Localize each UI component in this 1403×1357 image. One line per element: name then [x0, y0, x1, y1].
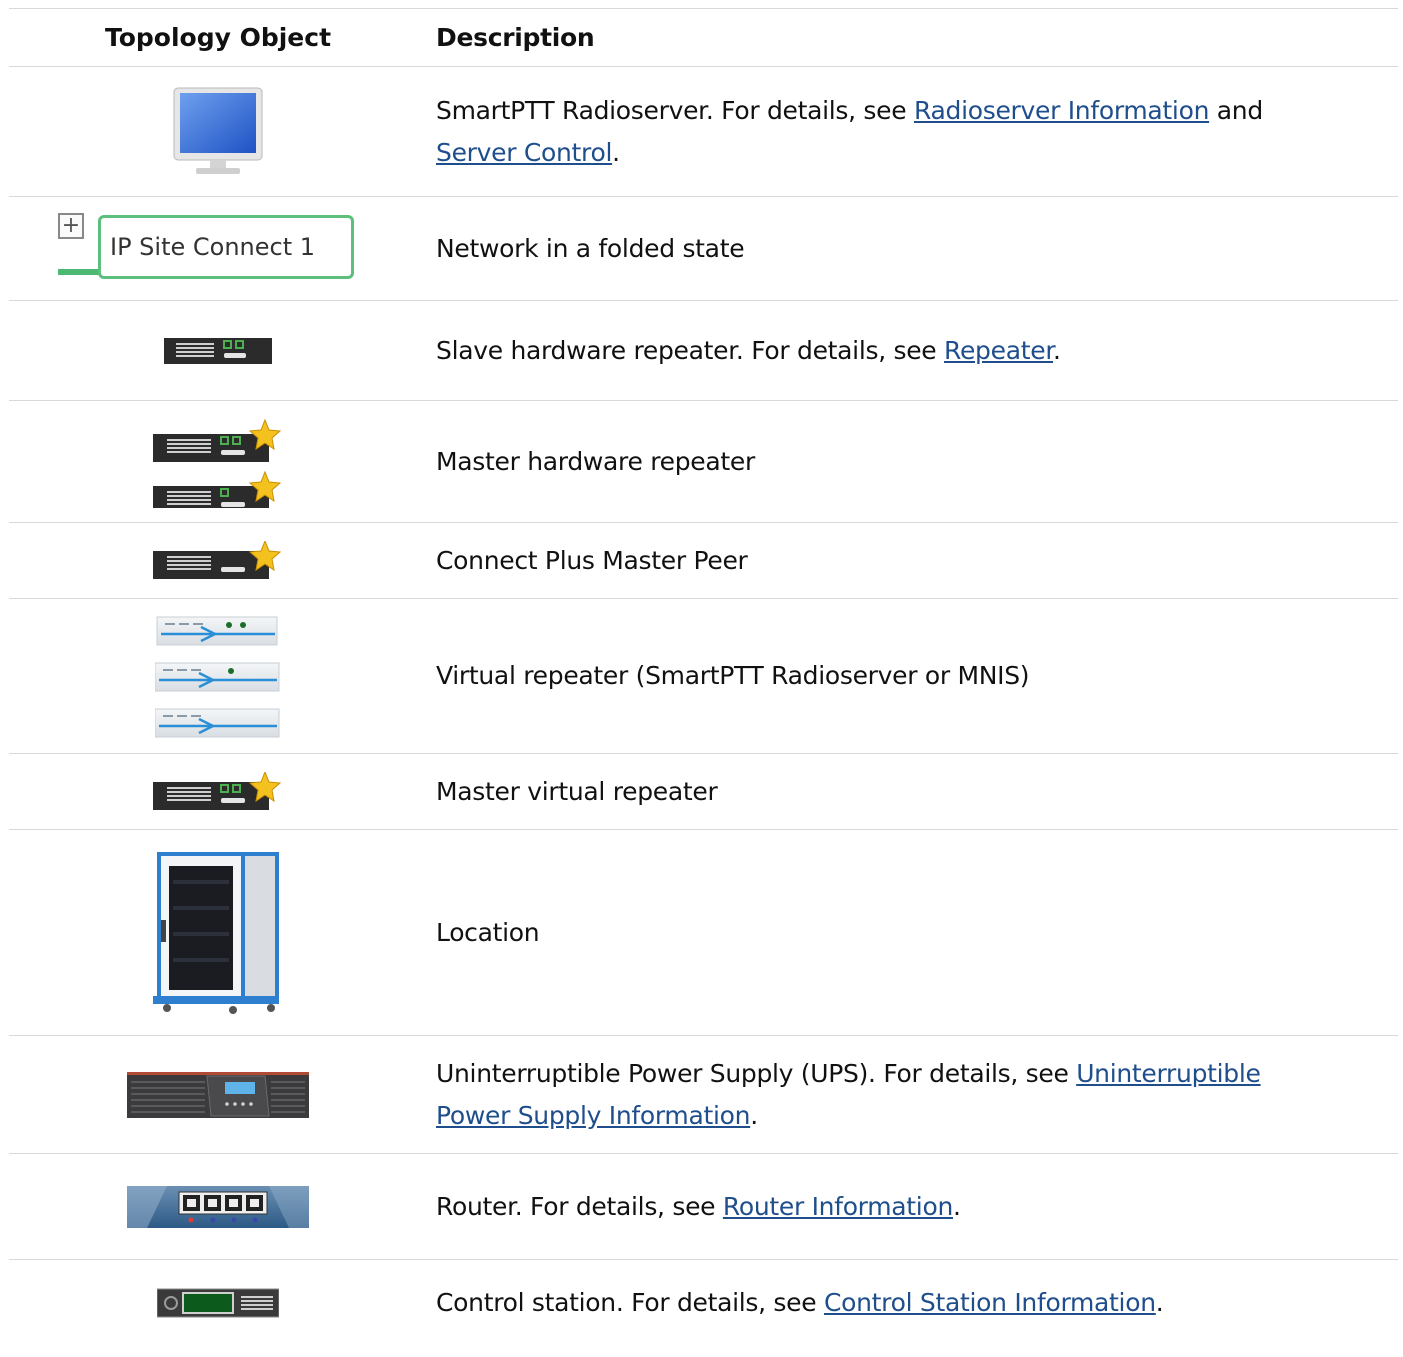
description-text: Uninterruptible Power Supply (UPS). For …: [436, 1058, 1077, 1088]
folded-network-icon-cell: + IP Site Connect 1: [9, 197, 427, 300]
description-cell: Master hardware repeater: [427, 401, 1398, 522]
location-cabinet-icon: [9, 830, 427, 1035]
table-row: Uninterruptible Power Supply (UPS). For …: [9, 1036, 1398, 1154]
description-cell: Router. For details, see Router Informat…: [427, 1154, 1398, 1259]
column-header-topology-object: Topology Object: [104, 23, 332, 52]
description-cell: Master virtual repeater: [427, 754, 1398, 829]
description-cell: Connect Plus Master Peer: [427, 523, 1398, 598]
connect-plus-master-peer-icon: [9, 523, 427, 598]
table-row: Control station. For details, see Contro…: [9, 1260, 1398, 1346]
description-text: SmartPTT Radioserver. For details, see: [436, 95, 914, 125]
description-cell: Slave hardware repeater. For details, se…: [427, 301, 1398, 400]
table-row: Master hardware repeater: [9, 401, 1398, 523]
description-cell: Location: [427, 830, 1398, 1035]
monitor-icon: [9, 67, 427, 196]
description-text: Slave hardware repeater. For details, se…: [436, 335, 945, 365]
description-text: Master virtual repeater: [436, 776, 718, 806]
description-text: Network in a folded state: [436, 233, 745, 263]
table-row: Virtual repeater (SmartPTT Radioserver o…: [9, 599, 1398, 754]
description-text: .: [1155, 1288, 1164, 1317]
description-text: .: [1053, 335, 1061, 365]
slave-repeater-icon: [9, 301, 427, 400]
network-node-box: IP Site Connect 1: [98, 214, 354, 279]
control-station-icon: [9, 1260, 427, 1346]
table-row: Slave hardware repeater. For details, se…: [9, 301, 1398, 401]
description-cell: Uninterruptible Power Supply (UPS). For …: [427, 1036, 1398, 1153]
description-cell: SmartPTT Radioserver. For details, see R…: [427, 67, 1398, 196]
description-cell: Control station. For details, see Contro…: [427, 1260, 1398, 1346]
description-text: Virtual repeater (SmartPTT Radioserver o…: [436, 661, 1030, 690]
description-text: Master hardware repeater: [436, 446, 755, 476]
folded-network-icon: + IP Site Connect 1: [58, 212, 358, 285]
column-header-description: Description: [436, 22, 595, 52]
topology-objects-table: Topology Object Description SmartPTT Rad…: [9, 8, 1398, 1346]
table-header-row: Topology Object Description: [9, 9, 1398, 67]
router-information-link[interactable]: Router Information: [723, 1192, 953, 1221]
master-virtual-repeater-icon: [9, 754, 427, 829]
description-cell: Network in a folded state: [427, 197, 1398, 300]
server-control-link[interactable]: Server Control: [436, 138, 612, 167]
virtual-repeater-icon: [9, 599, 427, 753]
radioserver-information-link[interactable]: Radioserver Information: [914, 96, 1209, 125]
control-station-information-link[interactable]: Control Station Information: [824, 1288, 1156, 1317]
table-row: SmartPTT Radioserver. For details, see R…: [9, 67, 1398, 197]
description-text: .: [612, 137, 620, 167]
description-text: Location: [436, 917, 540, 947]
table-row: Location: [9, 830, 1398, 1036]
description-cell: Virtual repeater (SmartPTT Radioserver o…: [427, 599, 1398, 753]
description-text: Control station. For details, see: [436, 1288, 824, 1317]
table-row: + IP Site Connect 1 Network in a folded …: [9, 197, 1398, 301]
router-icon: [9, 1154, 427, 1259]
ups-icon: [9, 1036, 427, 1153]
description-text: .: [750, 1100, 758, 1130]
description-text: Connect Plus Master Peer: [436, 545, 748, 575]
expand-plus-icon[interactable]: +: [58, 212, 84, 239]
description-text: Router. For details, see: [436, 1191, 723, 1221]
network-connector-line: [58, 268, 100, 275]
table-row: Connect Plus Master Peer: [9, 523, 1398, 599]
repeater-link[interactable]: Repeater: [944, 336, 1053, 365]
table-row: Router. For details, see Router Informat…: [9, 1154, 1398, 1260]
network-node-label: IP Site Connect 1: [110, 232, 316, 261]
description-text: and: [1209, 95, 1263, 125]
description-text: .: [953, 1191, 961, 1221]
table-row: Master virtual repeater: [9, 754, 1398, 830]
master-repeater-icon: [9, 401, 427, 522]
